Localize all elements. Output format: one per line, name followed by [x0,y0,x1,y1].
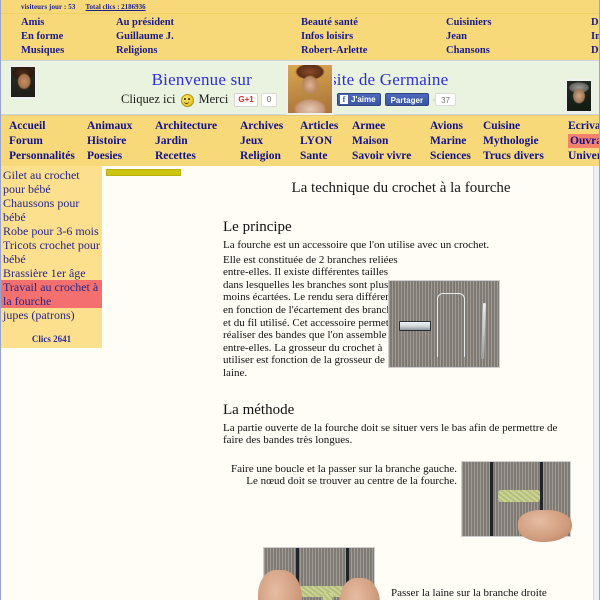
nav-architecture[interactable]: Architecture [155,119,240,133]
nav-jeux[interactable]: Jeux [240,134,300,148]
nav-lyon[interactable]: LYON [300,134,352,148]
nav-armee[interactable]: Armee [352,119,430,133]
main-navigation: Accueil Animaux Architecture Archives Ar… [1,115,599,166]
total-clicks-link[interactable]: Total clics : 2186936 [85,3,145,11]
nav-marine[interactable]: Marine [430,134,483,148]
paragraph-principe-intro: La fourche est un accessoire que l'on ut… [223,239,490,251]
page-right-edge [593,166,599,600]
section-title-la-methode: La méthode [223,401,295,418]
facebook-like-button[interactable]: f J'aime [337,92,381,106]
fourche-u-frame [437,292,465,357]
toplink-dissidence[interactable]: Dissidence [591,44,599,57]
paragraph-methode-intro: La partie ouverte de la fourche doit se … [223,421,558,447]
toplink-amis[interactable]: Amis [21,16,116,29]
toplink-en-forme[interactable]: En forme [21,30,116,43]
nav-jardin[interactable]: Jardin [155,134,240,148]
google-plus-widget: G+1 0 [234,92,278,107]
step2-right-hand [340,577,380,600]
nav-articles[interactable]: Articles [300,119,352,133]
nav-forum[interactable]: Forum [9,134,87,148]
nav-religion[interactable]: Religion [240,149,300,163]
toplink-infos-loisirs[interactable]: Infos loisirs [301,30,446,43]
google-plus-count: 0 [260,92,278,107]
content-area: Gilet au crochet pour bébé Chaussons pou… [1,166,599,600]
nav-poesies[interactable]: Poesies [87,149,155,163]
toplink-jean[interactable]: Jean [446,30,591,43]
nav-maison[interactable]: Maison [352,134,430,148]
google-plus-one-button[interactable]: G+1 [234,92,258,107]
nav-sante[interactable]: Sante [300,149,352,163]
nav-accueil[interactable]: Accueil [9,119,87,133]
facebook-widget: f J'aime Partager 37 [337,92,456,106]
visitors-today-label: visiteurs jour : 53 [21,2,76,11]
toplink-religions[interactable]: Religions [116,44,301,57]
principe-row: Elle est constituée de 2 branches reliée… [211,254,591,380]
visitor-counter-bar: visiteurs jour : 53 Total clics : 218693… [1,0,599,14]
germaine-portrait-photo [286,63,334,115]
nav-mythologie[interactable]: Mythologie [483,134,568,148]
nav-animaux[interactable]: Animaux [87,119,155,133]
nav-trucs-divers[interactable]: Trucs divers [483,149,568,163]
article-body: La technique du crochet à la fourche Le … [211,166,591,600]
step1-hand [518,509,572,542]
method-step2-row: Passer la laine sur la branche droite d'… [211,546,591,600]
facebook-like-label: J'aime [351,94,376,104]
image-step2-yarn-right-branch [258,546,380,600]
toplink-cuisiniers[interactable]: Cuisiniers [446,16,591,29]
green-divider-bar [106,169,181,176]
sidebar-item-brassiere-1er-age[interactable]: Brassière 1er âge [1,266,102,280]
nav-univers[interactable]: Univers [568,149,599,163]
toplink-beaute-sante[interactable]: Beauté santé [301,16,446,29]
merci-label: Merci [198,92,229,106]
sidebar-item-gilet-crochet-bebe[interactable]: Gilet au crochet pour bébé [1,168,102,196]
welcome-text-left: Bienvenue sur [151,70,252,90]
nav-savoir-vivre[interactable]: Savoir vivre [352,149,430,163]
subcategory-sidebar: Gilet au crochet pour bébé Chaussons pou… [1,166,102,348]
section-title-le-principe: Le principe [223,219,292,235]
nav-ecrivains[interactable]: Ecrivains [568,119,599,133]
fourche-needle [481,302,486,359]
fourche-clip-part [399,320,431,331]
facebook-share-count: 37 [432,92,456,106]
facebook-share-button[interactable]: Partager [384,92,430,106]
toplink-chansons[interactable]: Chansons [446,44,591,57]
top-links-grid: Amis Au président Beauté santé Cuisinier… [1,14,599,60]
page-root: visiteurs jour : 53 Total clics : 218693… [0,0,600,600]
toplink-robert-arlette[interactable]: Robert-Arlette [301,44,446,57]
image-fourche-tool [388,279,500,368]
nav-cuisine[interactable]: Cuisine [483,119,568,133]
method-step1-row: Faire une boucle et la passer sur la bra… [211,460,591,542]
site-banner: Bienvenue sur le site de Germaine Clique… [1,60,599,115]
toplink-musiques[interactable]: Musiques [21,44,116,57]
sidebar-clics-counter: Clics 2641 [31,334,72,344]
cliquez-ici-label: Cliquez ici [121,92,176,106]
toplink-au-president[interactable]: Au président [116,16,301,29]
sidebar-item-chaussons-bebe[interactable]: Chaussons pour bébé [1,196,102,224]
facebook-icon: f [340,94,348,104]
paragraph-principe-details: Elle est constituée de 2 branches reliée… [223,253,403,379]
caption-step1: Faire une boucle et la passer sur la bra… [231,462,458,488]
toplink-darsonval[interactable]: Darsonval [591,16,599,29]
sidebar-item-tricots-crochet-bebe[interactable]: Tricots crochet pour bébé [1,238,102,266]
toplink-guillaume-j[interactable]: Guillaume J. [116,30,301,43]
nav-personnalites[interactable]: Personnalités [9,149,87,163]
sidebar-item-travail-crochet-fourche[interactable]: Travail au crochet à la fourche [1,280,102,308]
toplink-informatique[interactable]: Informatique [591,30,599,43]
nav-histoire[interactable]: Histoire [87,134,155,148]
step1-yarn [498,489,540,502]
step1-left-rod [490,461,493,536]
smiley-icon [180,94,194,107]
nav-avions[interactable]: Avions [430,119,483,133]
page-title: La technique du crochet à la fourche [291,180,511,196]
nav-recettes[interactable]: Recettes [155,149,240,163]
caption-step2: Passer la laine sur la branche droite d'… [391,586,547,600]
sidebar-item-robe-3-6-mois[interactable]: Robe pour 3-6 mois [1,224,102,238]
image-step1-loop-on-branch [461,460,572,542]
sidebar-item-jupes-patrons[interactable]: jupes (patrons) [1,308,102,322]
nav-sciences[interactable]: Sciences [430,149,483,163]
nav-ouvrages[interactable]: Ouvrages [568,134,599,148]
nav-archives[interactable]: Archives [240,119,300,133]
social-row: Cliquez ici Merci G+1 0 [1,92,599,107]
